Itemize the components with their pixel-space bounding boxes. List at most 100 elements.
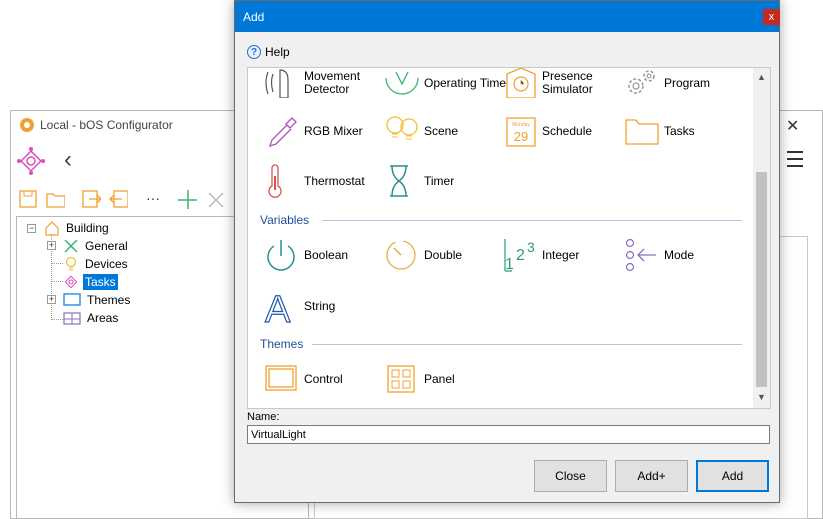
tree-item-areas[interactable]: Areas <box>63 310 120 326</box>
presence-simulator-icon <box>506 68 536 98</box>
item-label: Mode <box>664 247 695 262</box>
tree-item-label: Building <box>66 221 109 235</box>
tree-item-label: Themes <box>87 293 131 307</box>
item-label: RGB Mixer <box>304 123 363 138</box>
item-label: Operating Time <box>424 75 507 90</box>
help-label: Help <box>265 45 290 59</box>
item-control[interactable]: Control <box>264 362 343 396</box>
list-scrollbar[interactable]: ▲ ▼ <box>753 68 770 408</box>
gauge-icon <box>386 240 416 270</box>
section-themes: Themes <box>260 337 304 351</box>
movement-detector-icon <box>265 69 289 98</box>
back-button[interactable]: ‹ <box>64 146 72 174</box>
tree-item-building[interactable]: Building <box>44 220 111 236</box>
tree-line <box>51 319 63 320</box>
section-divider <box>312 344 742 345</box>
thermometer-icon <box>268 164 282 198</box>
tree-item-label: Areas <box>87 311 119 325</box>
scroll-up-arrow-icon[interactable]: ▲ <box>753 72 770 82</box>
item-label: Detector <box>304 82 350 96</box>
expand-toggle[interactable]: + <box>47 241 56 250</box>
tree-item-general[interactable]: General <box>63 238 130 254</box>
dialog-titlebar: Add x <box>235 1 780 32</box>
help-icon: ? <box>247 45 261 59</box>
tree-item-themes[interactable]: Themes <box>63 292 132 308</box>
item-tasks[interactable]: Tasks <box>624 114 695 148</box>
item-mode[interactable]: Mode <box>624 238 694 272</box>
name-input[interactable] <box>247 425 770 444</box>
hamburger-menu-icon[interactable] <box>787 151 803 172</box>
item-label: Thermostat <box>304 173 365 188</box>
window-close-button[interactable]: ✕ <box>786 116 799 136</box>
string-glyph: A <box>265 289 291 324</box>
add-plus-button[interactable]: Add+ <box>615 460 688 492</box>
item-program[interactable]: Program <box>624 68 710 98</box>
areas-icon <box>63 312 81 325</box>
dialog-close-button[interactable]: x <box>763 9 780 25</box>
item-rgb-mixer[interactable]: RGB Mixer <box>264 114 363 148</box>
section-divider <box>322 220 742 221</box>
item-panel[interactable]: Panel <box>384 362 455 396</box>
item-thermostat[interactable]: Thermostat <box>264 164 365 198</box>
save-icon[interactable] <box>18 189 38 209</box>
item-label: Boolean <box>304 247 349 262</box>
item-label: Timer <box>424 173 455 188</box>
integer-icon: 1 2 3 <box>504 239 535 272</box>
tree-line <box>51 263 63 264</box>
item-double[interactable]: Double <box>384 238 462 272</box>
open-folder-icon[interactable] <box>45 189 65 209</box>
folder-icon <box>625 119 659 145</box>
scene-bulbs-icon <box>386 116 418 140</box>
dialog-title: Add <box>243 10 265 24</box>
tree-item-tasks[interactable]: Tasks <box>63 274 118 290</box>
item-label: Schedule <box>542 123 593 138</box>
more-options-button[interactable]: ··· <box>146 190 160 206</box>
item-label: Double <box>424 247 463 262</box>
tools-icon <box>64 239 78 253</box>
export-icon[interactable] <box>108 189 128 209</box>
program-gears-icon <box>628 70 655 94</box>
add-icon[interactable] <box>177 189 197 209</box>
tree-item-devices[interactable]: Devices <box>63 256 130 272</box>
import-icon[interactable] <box>81 189 101 209</box>
calendar-day: 29 <box>514 129 528 144</box>
item-timer[interactable]: Timer <box>384 164 454 198</box>
close-button[interactable]: Close <box>534 460 607 492</box>
integer-digit: 1 <box>505 256 514 272</box>
delete-icon[interactable] <box>206 190 226 210</box>
tree-item-label: Tasks <box>83 274 118 290</box>
name-label: Name: <box>247 411 280 423</box>
item-label: String <box>304 298 336 313</box>
item-boolean[interactable]: Boolean <box>264 238 348 272</box>
integer-digit: 2 <box>516 247 525 264</box>
item-scene[interactable]: Scene <box>384 114 458 148</box>
collapse-toggle[interactable]: − <box>27 224 36 233</box>
help-link[interactable]: ? Help <box>247 45 290 59</box>
network-home-icon[interactable] <box>16 146 46 176</box>
item-movement-detector[interactable]: Movement Detector <box>264 68 360 98</box>
pipette-icon <box>268 117 297 148</box>
add-button[interactable]: Add <box>696 460 769 492</box>
calendar-icon: Monday 29 <box>506 117 536 147</box>
item-label: Tasks <box>664 123 695 138</box>
scroll-down-arrow-icon[interactable]: ▼ <box>753 392 770 402</box>
tree-item-label: Devices <box>85 257 128 271</box>
scroll-thumb[interactable] <box>756 172 767 387</box>
item-string[interactable]: A String <box>264 288 335 324</box>
integer-digit: 3 <box>527 239 535 255</box>
power-icon <box>267 240 295 271</box>
item-operating-time[interactable]: Operating Time <box>384 68 506 98</box>
calendar-month: Monday <box>512 122 530 128</box>
item-schedule[interactable]: Monday 29 Schedule <box>504 114 592 148</box>
item-list: Movement Detector Operating Time Presence… <box>247 67 771 409</box>
item-presence-simulator[interactable]: Presence Simulator <box>504 68 593 98</box>
operating-time-icon <box>385 71 419 95</box>
item-label: Simulator <box>542 82 593 96</box>
tree-line <box>51 281 63 282</box>
add-dialog: Add x ? Help Movement Detector Operating … <box>234 0 780 503</box>
letter-a-icon: A <box>264 288 291 324</box>
network-icon <box>64 275 78 289</box>
item-integer[interactable]: 1 2 3 Integer <box>504 238 579 272</box>
expand-toggle[interactable]: + <box>47 295 56 304</box>
hourglass-icon <box>390 165 408 197</box>
